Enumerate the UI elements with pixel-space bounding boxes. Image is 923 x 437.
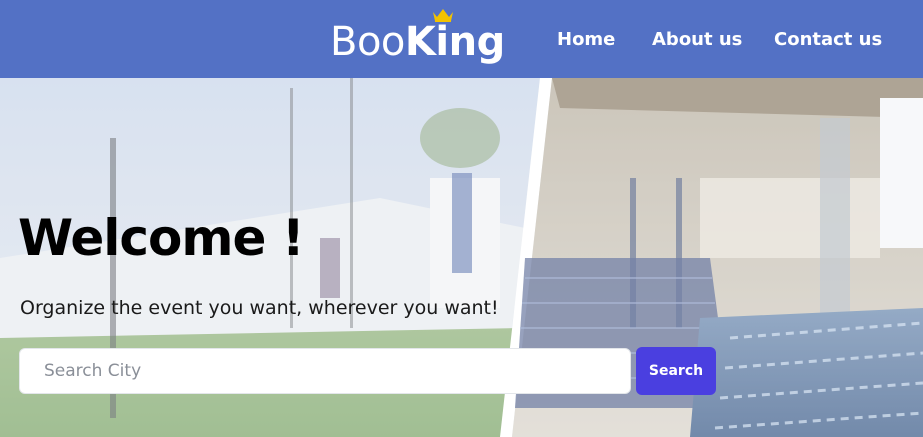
hero-section: Welcome ! Organize the event you want, w… <box>0 78 923 437</box>
search-city-box <box>19 348 631 394</box>
nav-about-link[interactable]: About us <box>652 26 742 54</box>
search-button[interactable]: Search <box>636 347 716 395</box>
hero-title: Welcome ! <box>18 209 305 267</box>
top-navbar: BooKing Home About us Contact us <box>0 0 923 78</box>
hero-subtitle: Organize the event you want, wherever yo… <box>20 297 499 319</box>
logo-part1: Boo <box>330 19 405 65</box>
nav-home-link[interactable]: Home <box>557 26 615 54</box>
logo-wordmark: BooKing <box>330 22 505 62</box>
site-logo[interactable]: BooKing <box>330 8 510 72</box>
search-city-input[interactable] <box>20 349 630 393</box>
logo-part2: King <box>404 19 505 65</box>
nav-contact-link[interactable]: Contact us <box>774 26 882 54</box>
